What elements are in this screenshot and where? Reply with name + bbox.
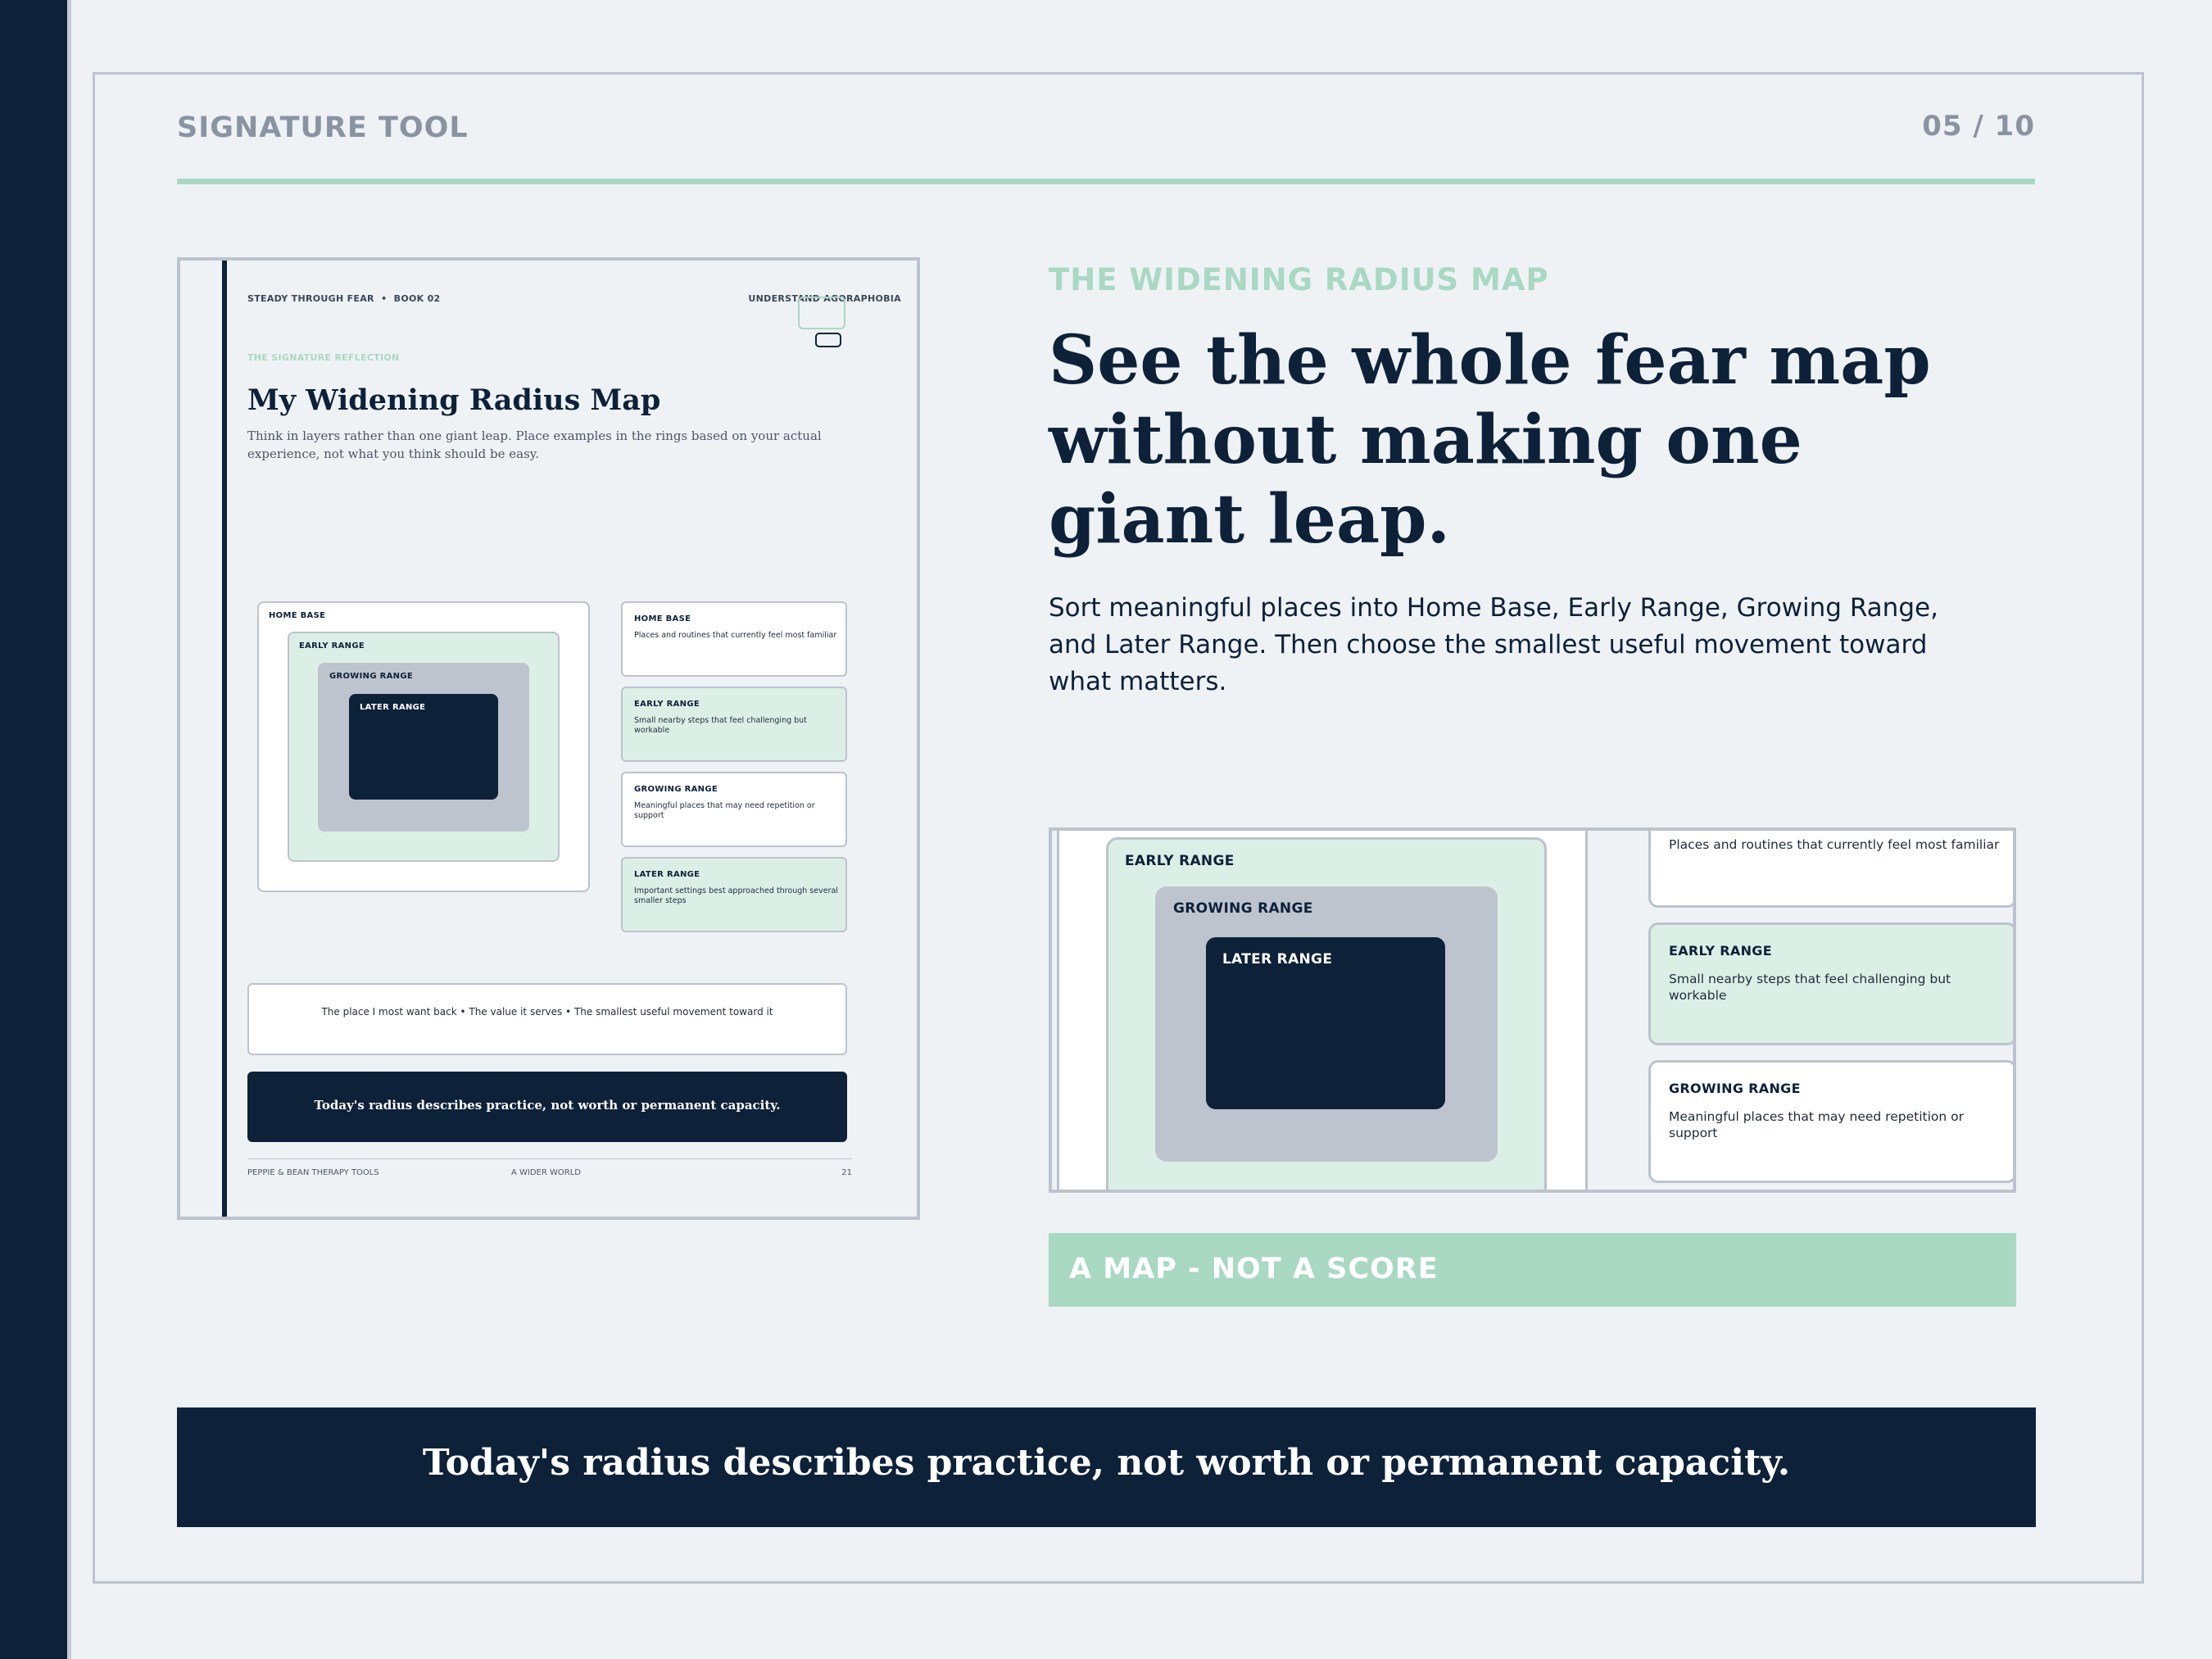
worksheet-footer-page: 21: [841, 1168, 852, 1177]
zoom-legend-card-home-base: Places and routines that currently feel …: [1648, 831, 2013, 908]
worksheet-preview: STEADY THROUGH FEAR • BOOK 02 UNDERSTAND…: [177, 257, 920, 1220]
legend-card-later-range: LATER RANGE Important settings best appr…: [621, 857, 847, 932]
worksheet-spine: [222, 261, 227, 1217]
side-strip-edge: [67, 0, 71, 1659]
zoom-later-range-label: LATER RANGE: [1222, 951, 1333, 968]
side-strip: [0, 0, 67, 1659]
ring-later-range: LATER RANGE: [349, 694, 498, 800]
zoom-legend-card-early-range: EARLY RANGE Small nearby steps that feel…: [1648, 922, 2013, 1045]
worksheet-tab-icon-small: [815, 333, 841, 347]
eyebrow: THE WIDENING RADIUS MAP: [1049, 262, 1549, 297]
zoom-growing-range-label: GROWING RANGE: [1173, 900, 1313, 917]
tag-text: A MAP - NOT A SCORE: [1069, 1253, 1439, 1285]
header-rule: [177, 179, 2035, 184]
worksheet-kicker: THE SIGNATURE REFLECTION: [247, 352, 400, 363]
tag-bar: A MAP - NOT A SCORE: [1049, 1233, 2016, 1307]
headline: See the whole fear map without making on…: [1049, 321, 1931, 559]
worksheet-header-right: UNDERSTAND AGORAPHOBIA: [748, 293, 901, 304]
zoom-ring-later-range: LATER RANGE: [1206, 937, 1445, 1109]
worksheet-title: My Widening Radius Map: [247, 383, 661, 417]
legend-card-early-range: EARLY RANGE Small nearby steps that feel…: [621, 687, 847, 762]
footer-banner: Today's radius describes practice, not w…: [177, 1407, 2036, 1527]
worksheet-footer-rule: [247, 1158, 852, 1159]
footer-banner-text: Today's radius describes practice, not w…: [422, 1442, 1791, 1484]
zoom-crop: EARLY RANGE GROWING RANGE LATER RANGE Pl…: [1049, 827, 2016, 1193]
zoom-legend-card-growing-range: GROWING RANGE Meaningful places that may…: [1648, 1060, 2013, 1183]
page-counter: 05 / 10: [1922, 110, 2035, 143]
ring-early-range-label: EARLY RANGE: [299, 641, 365, 650]
ring-later-range-label: LATER RANGE: [360, 703, 426, 712]
worksheet-banner-text: Today's radius describes practice, not w…: [314, 1098, 781, 1113]
ring-growing-range-label: GROWING RANGE: [329, 672, 413, 681]
worksheet-header-left: STEADY THROUGH FEAR • BOOK 02: [247, 293, 441, 304]
worksheet-banner: Today's radius describes practice, not w…: [247, 1072, 847, 1142]
worksheet-prompt-text: The place I most want back • The value i…: [321, 1006, 773, 1018]
worksheet-footer-center: A WIDER WORLD: [511, 1168, 581, 1177]
ring-home-base-label: HOME BASE: [269, 611, 326, 620]
zoom-early-range-label: EARLY RANGE: [1125, 853, 1235, 869]
legend-card-growing-range: GROWING RANGE Meaningful places that may…: [621, 772, 847, 847]
header-label: SIGNATURE TOOL: [177, 111, 469, 144]
worksheet-tab-icon: [798, 297, 845, 329]
worksheet-intro: Think in layers rather than one giant le…: [247, 428, 822, 461]
worksheet-prompt-box: The place I most want back • The value i…: [247, 983, 847, 1055]
body-text: Sort meaningful places into Home Base, E…: [1049, 593, 1938, 696]
worksheet-footer-left: PEPPIE & BEAN THERAPY TOOLS: [247, 1168, 379, 1177]
legend-card-home-base: HOME BASE Places and routines that curre…: [621, 601, 847, 677]
